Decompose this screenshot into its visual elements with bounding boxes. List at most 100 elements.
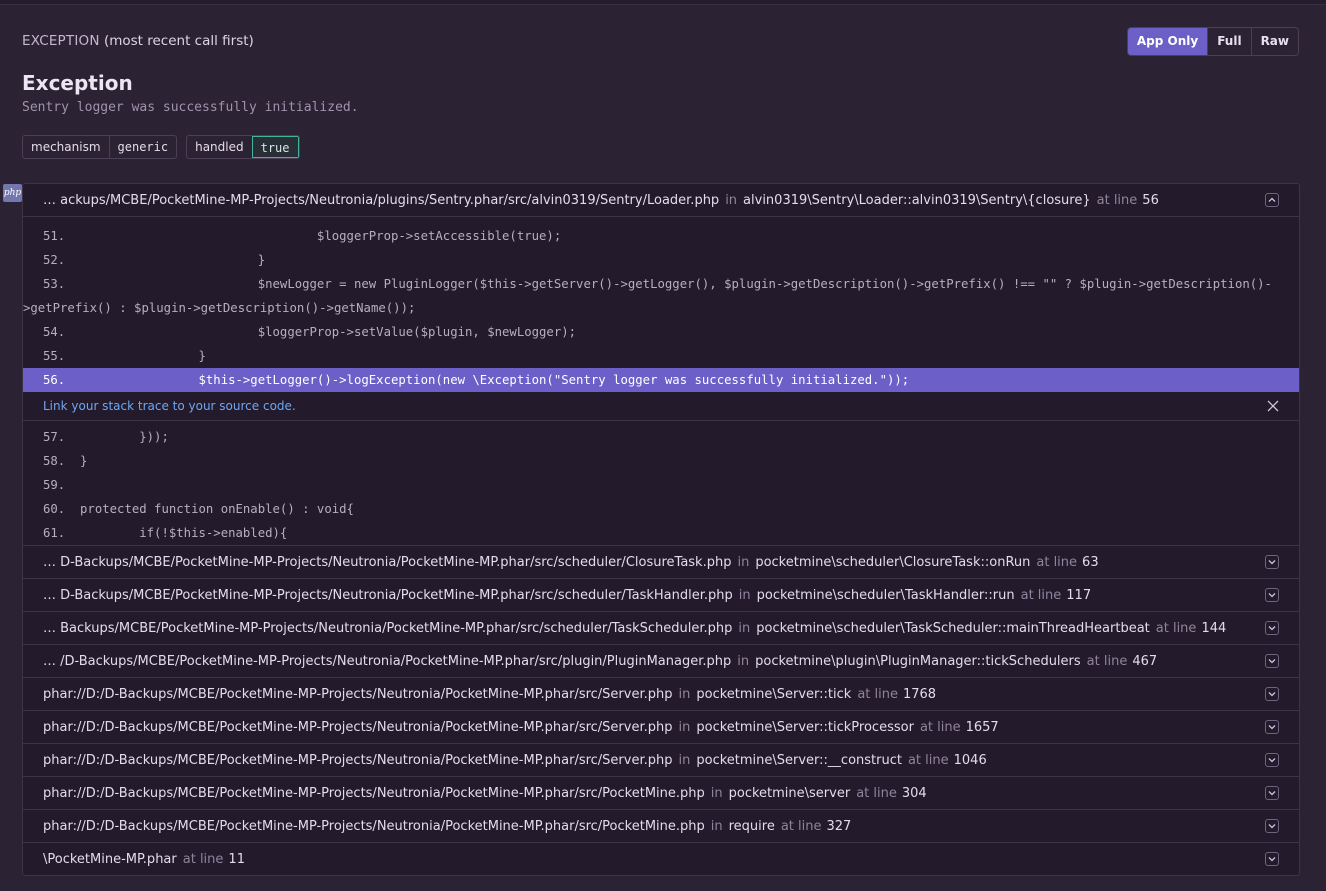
frame-line: 1657: [965, 719, 999, 735]
in-label: in: [678, 752, 691, 768]
frame-line: 117: [1066, 587, 1092, 603]
code-text: $newLogger = new PluginLogger($this->get…: [65, 277, 1272, 291]
frame-function: pocketmine\scheduler\ClosureTask::onRun: [755, 554, 1031, 570]
handled-tag[interactable]: handled true: [186, 135, 300, 159]
frame-row[interactable]: phar://D:/D-Backups/MCBE/PocketMine-MP-P…: [23, 809, 1299, 842]
tag-value: generic: [108, 136, 177, 158]
chevron-down-icon[interactable]: [1265, 588, 1279, 602]
at-line-label: at line: [1086, 653, 1128, 669]
at-line-label: at line: [182, 851, 224, 867]
frame-row[interactable]: \PocketMine-MP.phar at line 11: [23, 842, 1299, 875]
in-label: in: [678, 686, 691, 702]
frame-line: 63: [1082, 554, 1099, 570]
tag-key: mechanism: [31, 140, 101, 154]
code-line: 51. $loggerProp->setAccessible(true);: [23, 224, 1299, 248]
frame-path: … /D-Backups/MCBE/PocketMine-MP-Projects…: [43, 653, 732, 669]
at-line-label: at line: [907, 752, 949, 768]
frame-row[interactable]: phar://D:/D-Backups/MCBE/PocketMine-MP-P…: [23, 677, 1299, 710]
app-only-button[interactable]: App Only: [1127, 28, 1208, 55]
code-line: 55. }: [23, 344, 1299, 368]
raw-button[interactable]: Raw: [1250, 28, 1298, 55]
stacktrace-link-prompt: Link your stack trace to your source cod…: [23, 392, 1299, 421]
frame-row[interactable]: phar://D:/D-Backups/MCBE/PocketMine-MP-P…: [23, 743, 1299, 776]
at-line-label: at line: [1096, 192, 1138, 208]
in-label: in: [710, 818, 723, 834]
chevron-down-icon[interactable]: [1265, 720, 1279, 734]
chevron-down-icon[interactable]: [1265, 555, 1279, 569]
frame-header-expanded[interactable]: … ackups/MCBE/PocketMine-MP-Projects/Neu…: [23, 184, 1299, 216]
line-number: 57.: [43, 430, 66, 444]
frame-row[interactable]: … D-Backups/MCBE/PocketMine-MP-Projects/…: [23, 578, 1299, 611]
frame-path: phar://D:/D-Backups/MCBE/PocketMine-MP-P…: [43, 752, 673, 768]
at-line-label: at line: [919, 719, 961, 735]
frame-row[interactable]: … D-Backups/MCBE/PocketMine-MP-Projects/…: [23, 545, 1299, 578]
frame-row[interactable]: … Backups/MCBE/PocketMine-MP-Projects/Ne…: [23, 611, 1299, 644]
frame-function: pocketmine\plugin\PluginManager::tickSch…: [755, 653, 1081, 669]
chevron-down-icon[interactable]: [1265, 819, 1279, 833]
chevron-down-icon[interactable]: [1265, 654, 1279, 668]
frame-path: … ackups/MCBE/PocketMine-MP-Projects/Neu…: [43, 192, 720, 208]
code-text: $loggerProp->setAccessible(true);: [65, 229, 562, 243]
line-number: 60.: [43, 502, 66, 516]
highlighted-code-line: 56. $this->getLogger()->logException(new…: [23, 368, 1299, 392]
line-number: 56.: [43, 373, 66, 387]
frame-row[interactable]: phar://D:/D-Backups/MCBE/PocketMine-MP-P…: [23, 776, 1299, 809]
stack-trace: … ackups/MCBE/PocketMine-MP-Projects/Neu…: [22, 183, 1300, 876]
line-number: 59.: [43, 478, 66, 492]
frame-function: pocketmine\Server::tickProcessor: [696, 719, 914, 735]
in-label: in: [737, 653, 750, 669]
mechanism-tag[interactable]: mechanism generic: [22, 135, 178, 159]
tag-key: handled: [195, 140, 244, 154]
source-code-link[interactable]: Link your stack trace to your source cod…: [43, 399, 296, 413]
chevron-down-icon[interactable]: [1265, 687, 1279, 701]
frame-path: … D-Backups/MCBE/PocketMine-MP-Projects/…: [43, 587, 733, 603]
code-text: if(!$this->enabled){: [65, 526, 288, 540]
code-context-after: 57. })); 58. } 59. 60. protected function …: [23, 421, 1299, 545]
frame-line: 304: [901, 785, 927, 801]
in-label: in: [710, 785, 723, 801]
chevron-down-icon[interactable]: [1265, 786, 1279, 800]
code-line: 59.: [23, 473, 1299, 497]
exception-value: Sentry logger was successfully initializ…: [22, 100, 359, 115]
in-label: in: [678, 719, 691, 735]
chevron-down-icon[interactable]: [1265, 753, 1279, 767]
frame-row[interactable]: … /D-Backups/MCBE/PocketMine-MP-Projects…: [23, 644, 1299, 677]
frame-path: … Backups/MCBE/PocketMine-MP-Projects/Ne…: [43, 620, 733, 636]
frame-line: 1046: [953, 752, 987, 768]
code-text: }: [65, 454, 88, 468]
chevron-down-icon[interactable]: [1265, 621, 1279, 635]
code-line: 61. if(!$this->enabled){: [23, 521, 1299, 545]
code-line: 58. }: [23, 449, 1299, 473]
line-number: 55.: [43, 349, 66, 363]
line-number: 54.: [43, 325, 66, 339]
frame-function: pocketmine\Server::__construct: [696, 752, 902, 768]
code-line: 57. }));: [23, 425, 1299, 449]
frame-function: pocketmine\Server::tick: [696, 686, 852, 702]
top-divider: [0, 0, 1326, 5]
at-line-label: at line: [1155, 620, 1197, 636]
section-title-suffix: (most recent call first): [103, 33, 254, 49]
code-line: 54. $loggerProp->setValue($plugin, $newL…: [23, 320, 1299, 344]
in-label: in: [738, 587, 751, 603]
full-button[interactable]: Full: [1207, 28, 1251, 55]
frame-path: phar://D:/D-Backups/MCBE/PocketMine-MP-P…: [43, 818, 705, 834]
at-line-label: at line: [1020, 587, 1062, 603]
at-line-label: at line: [780, 818, 822, 834]
in-label: in: [737, 554, 750, 570]
frame-line: 56: [1142, 192, 1159, 208]
close-icon[interactable]: [1267, 400, 1279, 415]
frame-row[interactable]: phar://D:/D-Backups/MCBE/PocketMine-MP-P…: [23, 710, 1299, 743]
frame-function: pocketmine\scheduler\TaskHandler::run: [756, 587, 1015, 603]
frame-function: pocketmine\scheduler\TaskScheduler::main…: [756, 620, 1150, 636]
frame-path: phar://D:/D-Backups/MCBE/PocketMine-MP-P…: [43, 719, 673, 735]
chevron-down-icon[interactable]: [1265, 852, 1279, 866]
chevron-up-icon[interactable]: [1265, 193, 1279, 207]
code-context: 51. $loggerProp->setAccessible(true); 52.…: [23, 216, 1299, 545]
code-line: >getPrefix() : $plugin->getDescription()…: [23, 296, 1299, 320]
frame-function: pocketmine\server: [728, 785, 851, 801]
section-title-label: EXCEPTION: [22, 33, 100, 49]
code-text: }: [65, 253, 266, 267]
frame-line: 1768: [902, 686, 937, 702]
frame-function: alvin0319\Sentry\Loader::alvin0319\Sentr…: [743, 192, 1091, 208]
